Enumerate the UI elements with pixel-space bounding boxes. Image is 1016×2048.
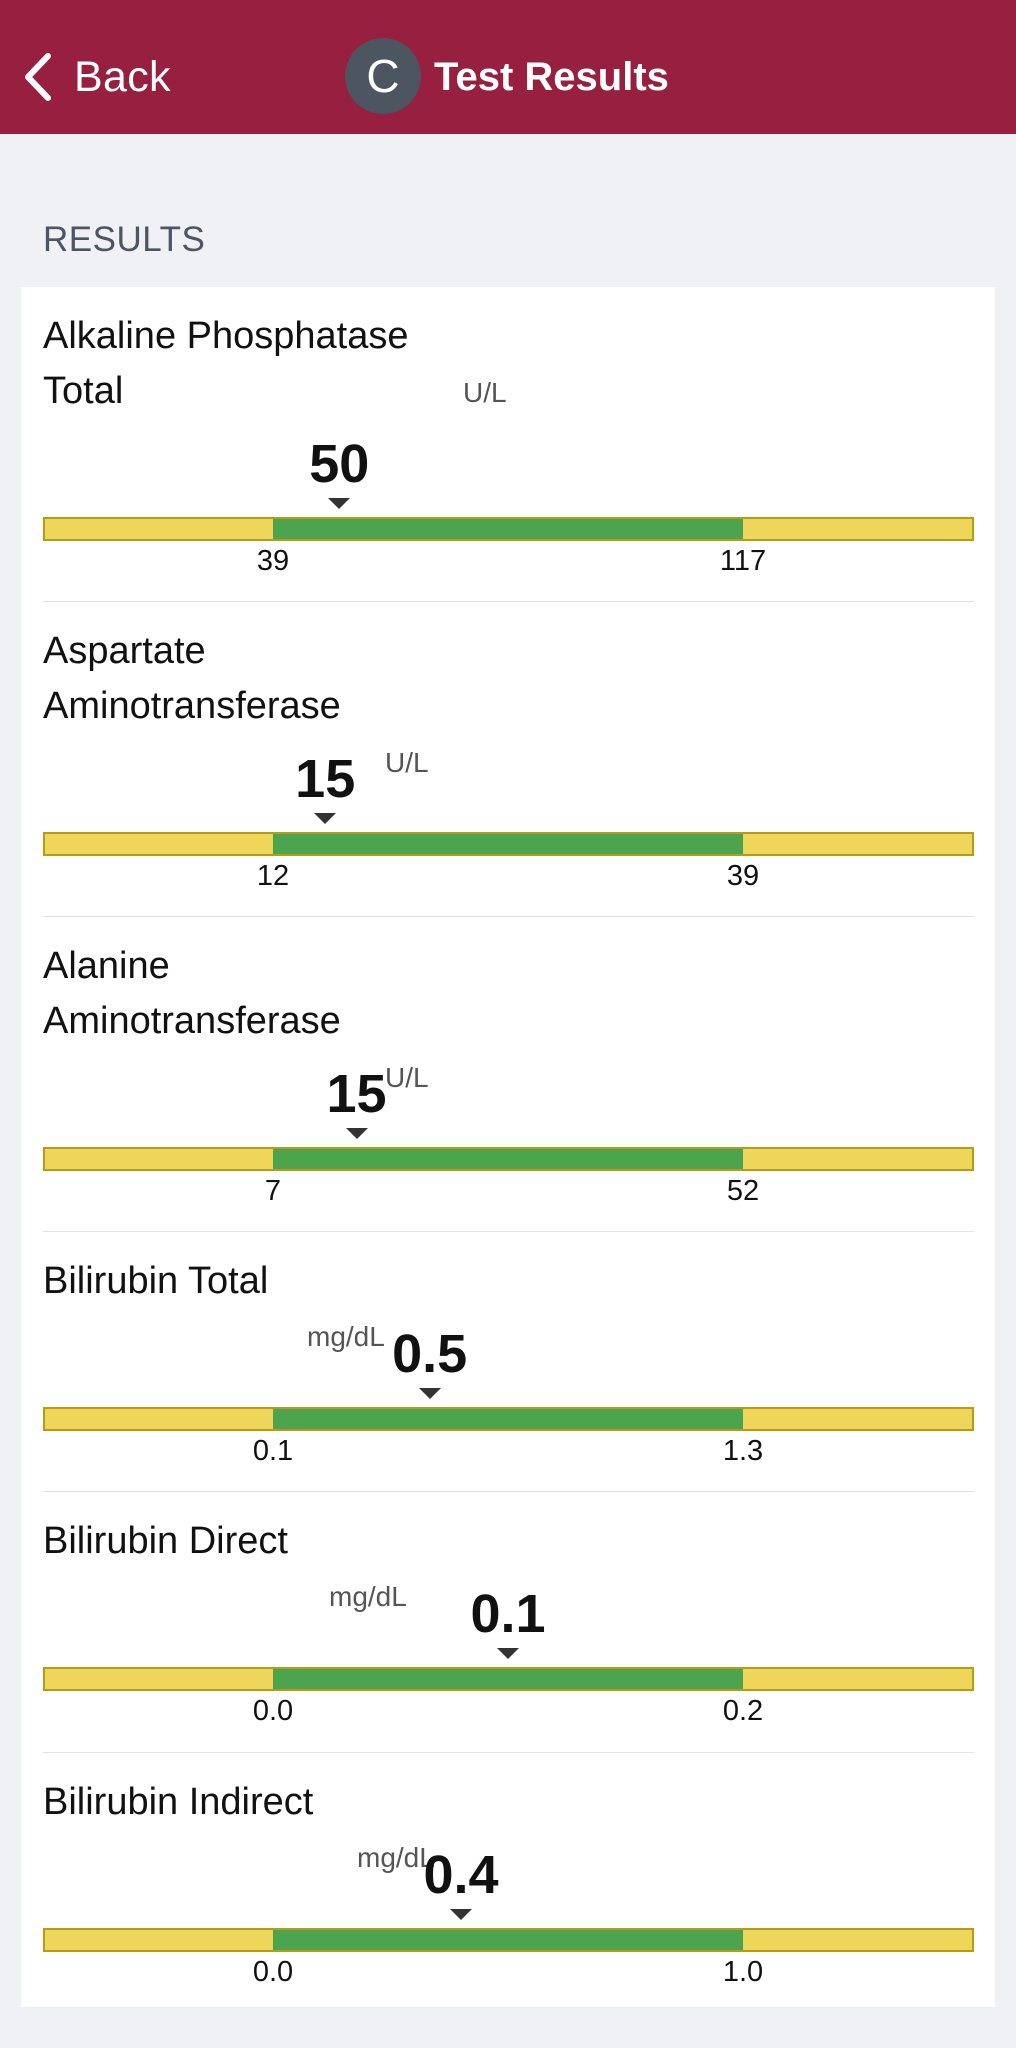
result-item[interactable]: Bilirubin Indirect mg/dL 0.4 0.0 1.0 bbox=[43, 1753, 974, 2007]
test-unit: U/L bbox=[463, 377, 507, 408]
value-pointer-icon bbox=[418, 1388, 441, 1399]
test-name: Alanine bbox=[43, 945, 170, 987]
value-pointer-icon bbox=[450, 1909, 472, 1920]
back-label: Back bbox=[74, 52, 171, 101]
app-header: Back C Test Results bbox=[0, 0, 1016, 134]
normal-range-segment bbox=[273, 834, 743, 854]
normal-range-segment bbox=[273, 1409, 743, 1429]
test-name: Alkaline Phosphatase bbox=[43, 315, 409, 357]
result-value: 0.5 bbox=[392, 1324, 468, 1384]
range-low-label: 0.0 bbox=[252, 1956, 294, 1988]
range-low-label: 0.0 bbox=[252, 1695, 294, 1727]
value-pointer-icon bbox=[314, 813, 337, 824]
normal-range-segment bbox=[273, 1669, 743, 1689]
range-high-label: 52 bbox=[726, 1175, 760, 1207]
reference-range-bar bbox=[43, 517, 974, 541]
reference-range-bar bbox=[43, 832, 974, 856]
normal-range-segment bbox=[273, 1149, 743, 1169]
test-unit: mg/dL bbox=[307, 1321, 385, 1352]
avatar[interactable]: C bbox=[345, 38, 421, 114]
results-card: Alkaline Phosphatase Total U/L 50 39 117 Aspar… bbox=[21, 287, 995, 2007]
normal-range-segment bbox=[273, 519, 743, 539]
value-pointer-icon bbox=[497, 1648, 519, 1659]
result-item[interactable]: Bilirubin Direct mg/dL 0.1 0.0 0.2 bbox=[43, 1492, 974, 1753]
reference-range-bar bbox=[43, 1667, 974, 1691]
range-high-label: 117 bbox=[719, 545, 767, 577]
result-value: 50 bbox=[309, 434, 370, 494]
test-name: Total bbox=[43, 370, 124, 412]
result-value: 15 bbox=[326, 1064, 387, 1124]
result-item[interactable]: Alanine Aminotransferase U/L 15 7 52 bbox=[43, 917, 974, 1232]
reference-range-bar bbox=[43, 1147, 974, 1171]
test-name: Aminotransferase bbox=[43, 685, 341, 727]
range-high-label: 0.2 bbox=[722, 1695, 764, 1727]
result-value: 15 bbox=[295, 749, 356, 809]
section-label-results: RESULTS bbox=[43, 220, 206, 259]
chevron-left-icon bbox=[25, 53, 51, 101]
range-low-label: 0.1 bbox=[252, 1435, 294, 1467]
reference-range-bar bbox=[43, 1928, 974, 1952]
result-value: 0.4 bbox=[423, 1845, 499, 1905]
test-unit: mg/dL bbox=[329, 1581, 407, 1612]
result-item[interactable]: Alkaline Phosphatase Total U/L 50 39 117 bbox=[43, 287, 974, 602]
range-low-label: 7 bbox=[264, 1175, 282, 1207]
normal-range-segment bbox=[273, 1930, 743, 1950]
page-title: Test Results bbox=[434, 55, 669, 99]
result-item[interactable]: Bilirubin Total mg/dL 0.5 0.1 1.3 bbox=[43, 1232, 974, 1492]
range-high-label: 39 bbox=[726, 860, 760, 892]
reference-range-bar bbox=[43, 1407, 974, 1431]
value-pointer-icon bbox=[328, 498, 351, 509]
test-unit: U/L bbox=[385, 1062, 429, 1093]
test-name: Bilirubin Total bbox=[43, 1260, 269, 1302]
range-high-label: 1.0 bbox=[722, 1956, 764, 1988]
test-name: Bilirubin Direct bbox=[43, 1520, 288, 1562]
range-low-label: 12 bbox=[256, 860, 290, 892]
test-name: Aminotransferase bbox=[43, 1000, 341, 1042]
value-pointer-icon bbox=[345, 1128, 368, 1139]
result-item[interactable]: Aspartate Aminotransferase U/L 15 12 39 bbox=[43, 602, 974, 917]
result-value: 0.1 bbox=[470, 1584, 546, 1644]
test-name: Bilirubin Indirect bbox=[43, 1781, 314, 1823]
test-unit: U/L bbox=[385, 747, 429, 778]
range-high-label: 1.3 bbox=[722, 1435, 764, 1467]
back-button[interactable]: Back bbox=[22, 50, 171, 104]
test-name: Aspartate bbox=[43, 630, 206, 672]
range-low-label: 39 bbox=[256, 545, 290, 577]
